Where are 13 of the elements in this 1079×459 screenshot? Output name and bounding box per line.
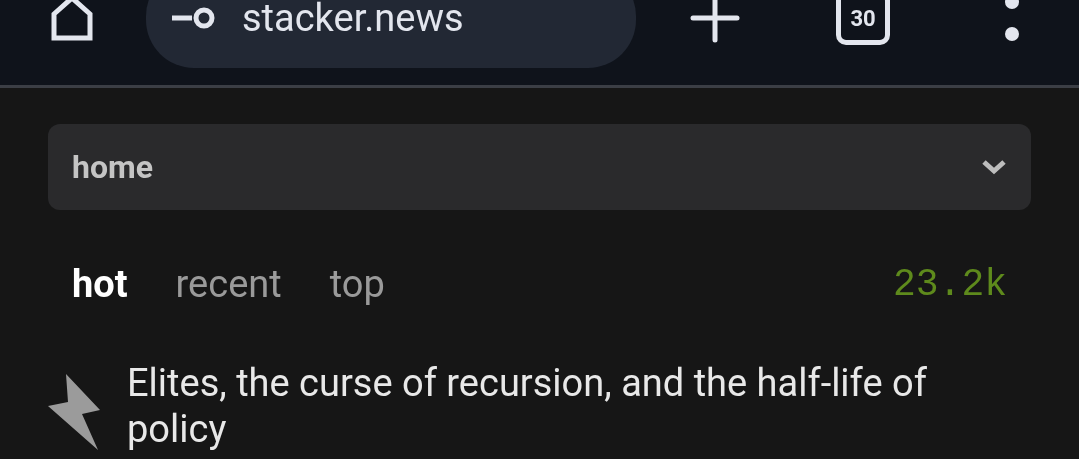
tune-icon: [170, 5, 216, 31]
territory-select[interactable]: home: [48, 124, 1031, 210]
sort-tab[interactable]: hot: [72, 255, 128, 313]
chevron-down-icon: [981, 159, 1007, 175]
lightning-icon[interactable]: [48, 374, 100, 450]
sort-tab[interactable]: recent: [175, 255, 282, 313]
post-title[interactable]: Elites, the curse of recursion, and the half-life of policy: [127, 360, 957, 452]
wallet-balance[interactable]: 23.2k: [892, 255, 1007, 313]
sort-tab[interactable]: top: [329, 255, 385, 313]
url-text: stacker.news: [242, 0, 464, 42]
address-bar[interactable]: stacker.news: [146, 0, 636, 68]
plus-icon[interactable]: [690, 0, 740, 43]
tab-counter[interactable]: 30: [836, 0, 890, 45]
